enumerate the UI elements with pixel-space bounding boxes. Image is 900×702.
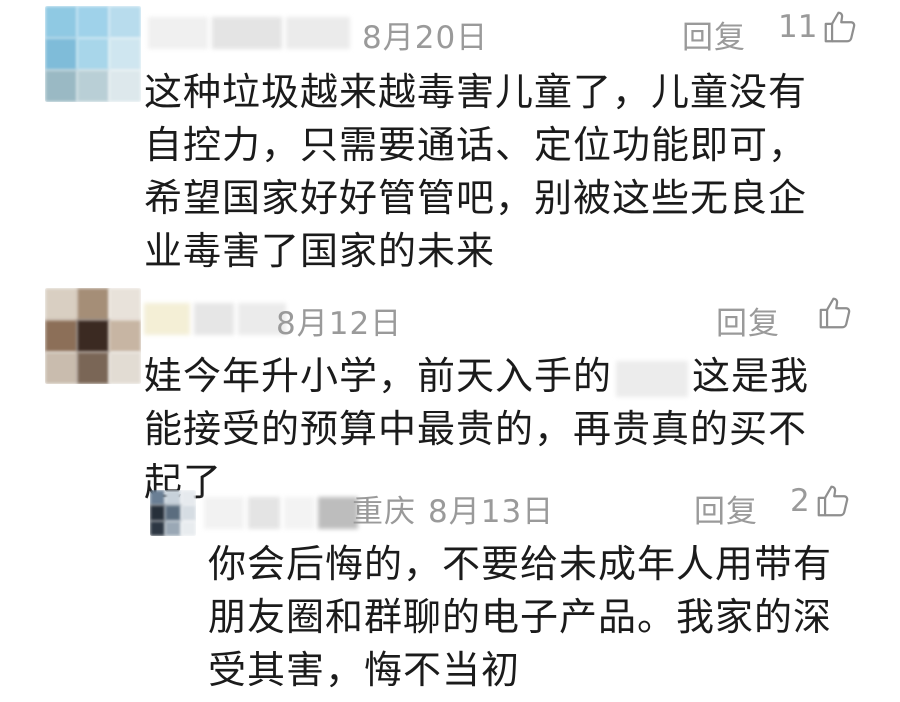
username-blurred[interactable]	[204, 494, 358, 532]
reply-comment: 重庆 8月13日 回复 2 你会后悔的，不要给未成年人用带有朋友圈和群聊的电子产…	[0, 0, 900, 702]
reply-button[interactable]: 回复	[694, 486, 758, 531]
like-button[interactable]: 2	[790, 482, 852, 520]
thumbs-up-icon	[817, 485, 849, 517]
comment-text: 你会后悔的，不要给未成年人用带有朋友圈和群聊的电子产品。我家的深受其害，悔不当初	[208, 542, 833, 692]
comment-location: 重庆	[352, 494, 416, 530]
comment-date: 8月13日	[428, 494, 555, 530]
avatar[interactable]	[150, 490, 196, 536]
like-count: 2	[790, 483, 810, 519]
